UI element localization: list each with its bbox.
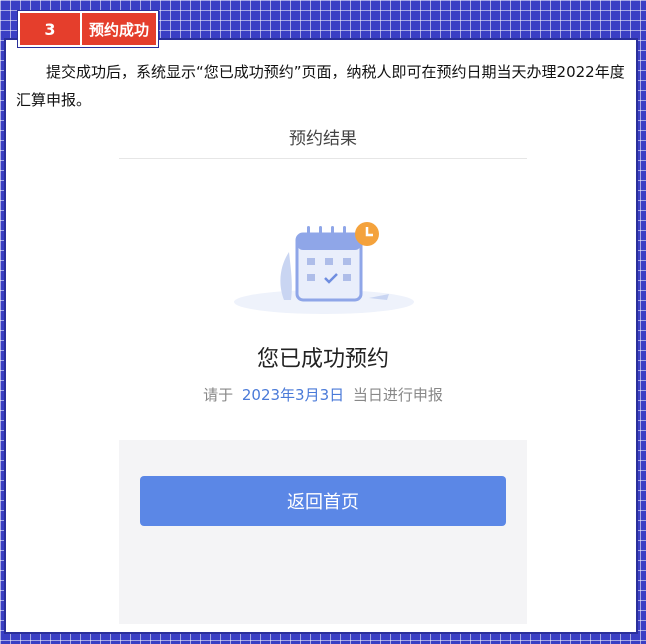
bottom-panel: 返回首页 [119, 440, 527, 624]
intro-text: 提交成功后，系统显示“您已成功预约”页面，纳税人即可在预约日期当天办理2022年… [16, 63, 625, 109]
result-title: 您已成功预约 [256, 347, 389, 372]
appointment-date: 2023年3月3日 [241, 386, 345, 404]
result-subtitle: 请于 2023年3月3日 当日进行申报 [119, 384, 527, 405]
step-title: 预约成功 [80, 13, 156, 45]
return-home-button[interactable]: 返回首页 [140, 476, 506, 526]
result-prefix: 请于 [203, 386, 234, 404]
calendar-check-icon [234, 222, 414, 314]
step-tag: 3 预约成功 [17, 10, 159, 48]
page-title: 预约结果 [119, 114, 527, 159]
content-card: 提交成功后，系统显示“您已成功预约”页面，纳税人即可在预约日期当天办理2022年… [4, 38, 638, 634]
step-number: 3 [20, 13, 80, 45]
phone-screenshot: 预约结果 您已成功预约 请于 2023年3月3日 当日进行申报 返回首页 [119, 114, 527, 624]
result-suffix: 当日进行申报 [352, 386, 443, 404]
